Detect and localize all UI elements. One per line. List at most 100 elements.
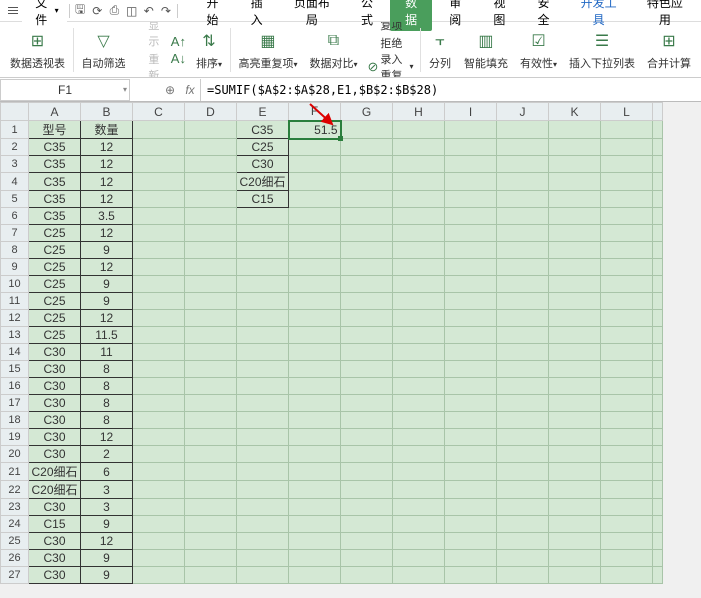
col-header[interactable]: G	[341, 103, 393, 121]
cell[interactable]	[601, 259, 653, 276]
cell[interactable]	[393, 481, 445, 499]
cell[interactable]	[237, 533, 289, 550]
cell[interactable]	[445, 139, 497, 156]
cell[interactable]	[185, 173, 237, 191]
tab-review[interactable]: 审阅	[434, 0, 476, 31]
cell[interactable]	[549, 173, 601, 191]
cell[interactable]	[653, 499, 663, 516]
cell[interactable]: 11	[81, 344, 133, 361]
formula-input[interactable]	[200, 79, 701, 101]
cell[interactable]: C30	[29, 412, 81, 429]
cell[interactable]	[237, 550, 289, 567]
cell[interactable]	[393, 361, 445, 378]
cell[interactable]	[341, 276, 393, 293]
cell[interactable]	[549, 139, 601, 156]
cell[interactable]	[185, 463, 237, 481]
cell[interactable]: C30	[29, 550, 81, 567]
row-header[interactable]: 7	[1, 225, 29, 242]
cell[interactable]	[601, 481, 653, 499]
cell[interactable]	[445, 327, 497, 344]
cell[interactable]	[445, 499, 497, 516]
col-header[interactable]: A	[29, 103, 81, 121]
cell[interactable]	[289, 310, 341, 327]
cell[interactable]	[341, 242, 393, 259]
cell[interactable]	[445, 516, 497, 533]
cell[interactable]: C30	[29, 533, 81, 550]
cell[interactable]	[393, 276, 445, 293]
tab-insert[interactable]: 插入	[236, 0, 278, 31]
cell[interactable]	[185, 156, 237, 173]
cell[interactable]	[445, 344, 497, 361]
cell[interactable]: 12	[81, 225, 133, 242]
cell[interactable]	[393, 173, 445, 191]
tab-layout[interactable]: 页面布局	[280, 0, 344, 31]
cell[interactable]	[133, 481, 185, 499]
row-header[interactable]: 27	[1, 567, 29, 584]
cell[interactable]: 8	[81, 395, 133, 412]
cell[interactable]	[289, 293, 341, 310]
cell[interactable]	[653, 293, 663, 310]
cell[interactable]	[497, 173, 549, 191]
cell[interactable]	[393, 121, 445, 139]
cell[interactable]	[133, 499, 185, 516]
cell[interactable]	[289, 156, 341, 173]
highlight-dup-button[interactable]: ▦ 高亮重复项▾	[232, 29, 303, 71]
row-header[interactable]: 22	[1, 481, 29, 499]
cell[interactable]: 9	[81, 567, 133, 584]
cell[interactable]	[185, 395, 237, 412]
cell[interactable]	[185, 481, 237, 499]
cell[interactable]	[653, 156, 663, 173]
cell[interactable]	[133, 327, 185, 344]
cell[interactable]	[289, 550, 341, 567]
cell[interactable]	[497, 550, 549, 567]
cell[interactable]	[445, 173, 497, 191]
cell[interactable]	[289, 276, 341, 293]
cell[interactable]	[341, 361, 393, 378]
cell[interactable]	[341, 327, 393, 344]
cell[interactable]: C15	[237, 191, 289, 208]
fx-icon[interactable]: fx	[180, 80, 200, 100]
cell[interactable]	[289, 567, 341, 584]
cell[interactable]	[497, 463, 549, 481]
cell[interactable]	[133, 550, 185, 567]
cell[interactable]	[341, 121, 393, 139]
cell[interactable]	[497, 242, 549, 259]
cell[interactable]: C25	[29, 276, 81, 293]
cell[interactable]	[393, 378, 445, 395]
cell[interactable]	[549, 276, 601, 293]
cell[interactable]: C30	[29, 344, 81, 361]
cell[interactable]	[497, 121, 549, 139]
cell[interactable]	[601, 395, 653, 412]
cell[interactable]	[445, 481, 497, 499]
cell[interactable]	[185, 121, 237, 139]
cell[interactable]	[237, 293, 289, 310]
cell[interactable]	[185, 567, 237, 584]
cell[interactable]	[653, 463, 663, 481]
cell[interactable]: 8	[81, 412, 133, 429]
cell[interactable]	[133, 395, 185, 412]
row-header[interactable]: 5	[1, 191, 29, 208]
cell[interactable]: C30	[29, 378, 81, 395]
cell[interactable]	[237, 208, 289, 225]
cell[interactable]	[549, 242, 601, 259]
cell[interactable]	[289, 225, 341, 242]
row-header[interactable]: 24	[1, 516, 29, 533]
cell[interactable]: 9	[81, 293, 133, 310]
cell[interactable]	[445, 191, 497, 208]
tab-security[interactable]: 安全	[522, 0, 564, 31]
print-icon[interactable]: ⎙	[106, 2, 123, 20]
cell[interactable]	[549, 412, 601, 429]
cell[interactable]	[341, 499, 393, 516]
cell[interactable]	[653, 567, 663, 584]
cell[interactable]	[445, 225, 497, 242]
cell[interactable]	[549, 516, 601, 533]
cell[interactable]: C25	[29, 225, 81, 242]
cell[interactable]: 6	[81, 463, 133, 481]
col-header[interactable]: E	[237, 103, 289, 121]
cell[interactable]	[133, 310, 185, 327]
cell[interactable]: C25	[29, 259, 81, 276]
cell[interactable]: C30	[29, 499, 81, 516]
cell[interactable]	[497, 327, 549, 344]
cell[interactable]	[133, 567, 185, 584]
cell[interactable]	[341, 293, 393, 310]
